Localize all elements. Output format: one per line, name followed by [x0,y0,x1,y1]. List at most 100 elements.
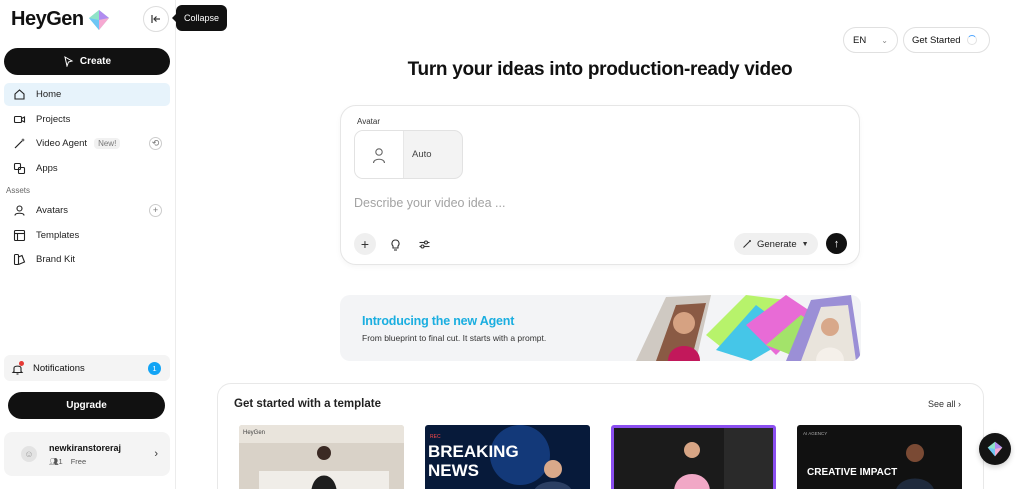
get-started-label: Get Started [912,34,961,46]
user-name: newkiranstoreraj [49,442,122,453]
banner-illustration [636,295,861,361]
history-icon[interactable]: ⟲ [149,137,162,150]
sidebar-item-label: Apps [36,162,58,174]
see-all-link[interactable]: See all › [928,399,961,409]
template-thumbnail [614,428,773,489]
main-nav: Home Projects Video Agent New! ⟲ Apps [4,83,170,181]
prompt-card: Avatar Auto + Generate ▼ ↑ [340,105,860,265]
notifications-button[interactable]: Notifications 1 [4,355,170,381]
banner-title: Introducing the new Agent [362,314,515,328]
prompt-input[interactable] [354,196,734,210]
template-card[interactable]: HeyGen [239,425,404,489]
sidebar-item-projects[interactable]: Projects [4,108,170,131]
sidebar-item-apps[interactable]: Apps [4,157,170,180]
assets-nav: Avatars + Templates Brand Kit [4,199,170,273]
collapse-sidebar-button[interactable] [143,6,169,32]
template-logo: HeyGen [243,430,265,436]
settings-button[interactable] [415,235,433,253]
progress-spinner-icon [966,35,977,45]
sidebar-item-label: Video Agent [36,138,88,149]
user-menu[interactable]: ☺ newkiranstoreraj 👥︎1 Free › [4,432,170,476]
brand-kit-icon [12,253,26,267]
seats-count: 👥︎1 [49,456,63,466]
lightbulb-icon [390,238,400,251]
sidebar-item-label: Avatars [36,205,69,216]
notification-count-badge: 1 [148,361,161,375]
sidebar-item-video-agent[interactable]: Video Agent New! ⟲ [4,132,170,155]
brand-logo-icon [987,441,1003,457]
assistant-fab-button[interactable] [979,433,1011,465]
user-info: newkiranstoreraj 👥︎1 Free [49,443,121,466]
sidebar-item-label: Projects [36,113,71,125]
avatar: ☺ [21,446,37,462]
brand-logo-icon [88,9,109,30]
wand-icon [743,240,751,248]
cursor-icon [64,56,74,67]
sidebar-item-brand-kit[interactable]: Brand Kit [4,248,170,271]
generate-label: Generate [757,238,797,250]
apps-icon [12,161,26,175]
collapse-tooltip: Collapse [171,5,228,31]
ideas-button[interactable] [386,235,404,253]
sidebar-item-templates[interactable]: Templates [4,224,170,247]
get-started-button[interactable]: Get Started [903,27,990,53]
template-thumbnail: AI AGENCY CREATIVE IMPACT [797,425,962,489]
avatar-placeholder [355,131,404,178]
templates-section: Get started with a template See all › He… [217,383,984,489]
template-card[interactable]: REC BREAKING NEWS [425,425,590,489]
sidebar-item-label: Home [36,89,62,100]
template-caption: BREAKING NEWS [428,442,519,480]
sidebar-item-label: Templates [36,229,80,241]
upgrade-button[interactable]: Upgrade [8,392,165,419]
bell-icon [10,361,24,375]
person-icon [372,147,386,163]
sidebar-item-avatars[interactable]: Avatars + [4,199,170,222]
create-button[interactable]: Create [4,48,170,75]
create-label: Create [79,56,112,67]
avatar-label: Avatar [357,117,380,126]
template-card[interactable] [611,425,776,489]
app-root: HeyGen Create Home Projects Video Agent … [0,0,1024,489]
arrow-up-icon: ↑ [833,237,840,250]
chevron-right-icon: › [154,448,158,460]
template-card[interactable]: AI AGENCY CREATIVE IMPACT [797,425,962,489]
magic-wand-icon [12,137,26,151]
avatar-selector[interactable]: Auto [354,130,463,179]
sidebar-item-label: Brand Kit [36,254,76,265]
add-avatar-icon[interactable]: + [149,204,162,217]
plan-label: Free [70,456,87,466]
send-button[interactable]: ↑ [826,233,847,254]
language-select[interactable]: EN ⌄ [843,27,898,53]
add-attachment-button[interactable]: + [354,233,376,255]
sidebar-item-home[interactable]: Home [4,83,170,106]
brand-name: HeyGen [11,8,84,30]
person-icon [12,204,26,218]
sliders-icon [419,239,429,249]
template-tag: AI AGENCY [803,431,827,436]
plus-icon: + [360,236,370,252]
generate-mode-select[interactable]: Generate ▼ [734,233,818,255]
page-title: Turn your ideas into production-ready vi… [407,59,793,80]
collapse-icon [151,15,160,23]
notifications-label: Notifications [33,362,85,374]
assets-section-label: Assets [6,186,31,195]
home-icon [12,88,26,102]
sidebar: HeyGen Create Home Projects Video Agent … [0,0,176,489]
language-value: EN [853,34,867,46]
user-meta: 👥︎1 Free [49,457,121,466]
chevron-down-icon: ▼ [801,240,809,248]
template-thumbnail: REC BREAKING NEWS [425,425,590,489]
template-tag: REC [430,434,441,440]
template-thumbnail: HeyGen [239,425,404,489]
layout-icon [12,228,26,242]
chevron-down-icon: ⌄ [881,35,888,45]
templates-title: Get started with a template [234,398,381,410]
logo[interactable]: HeyGen [11,8,110,31]
banner-subtitle: From blueprint to final cut. It starts w… [362,333,547,343]
template-caption: CREATIVE IMPACT [807,467,897,478]
agent-promo-banner[interactable]: Introducing the new Agent From blueprint… [340,295,861,361]
video-camera-icon [12,112,26,126]
new-badge: New! [94,138,121,149]
avatar-value: Auto [412,149,432,160]
notification-dot [19,361,24,366]
